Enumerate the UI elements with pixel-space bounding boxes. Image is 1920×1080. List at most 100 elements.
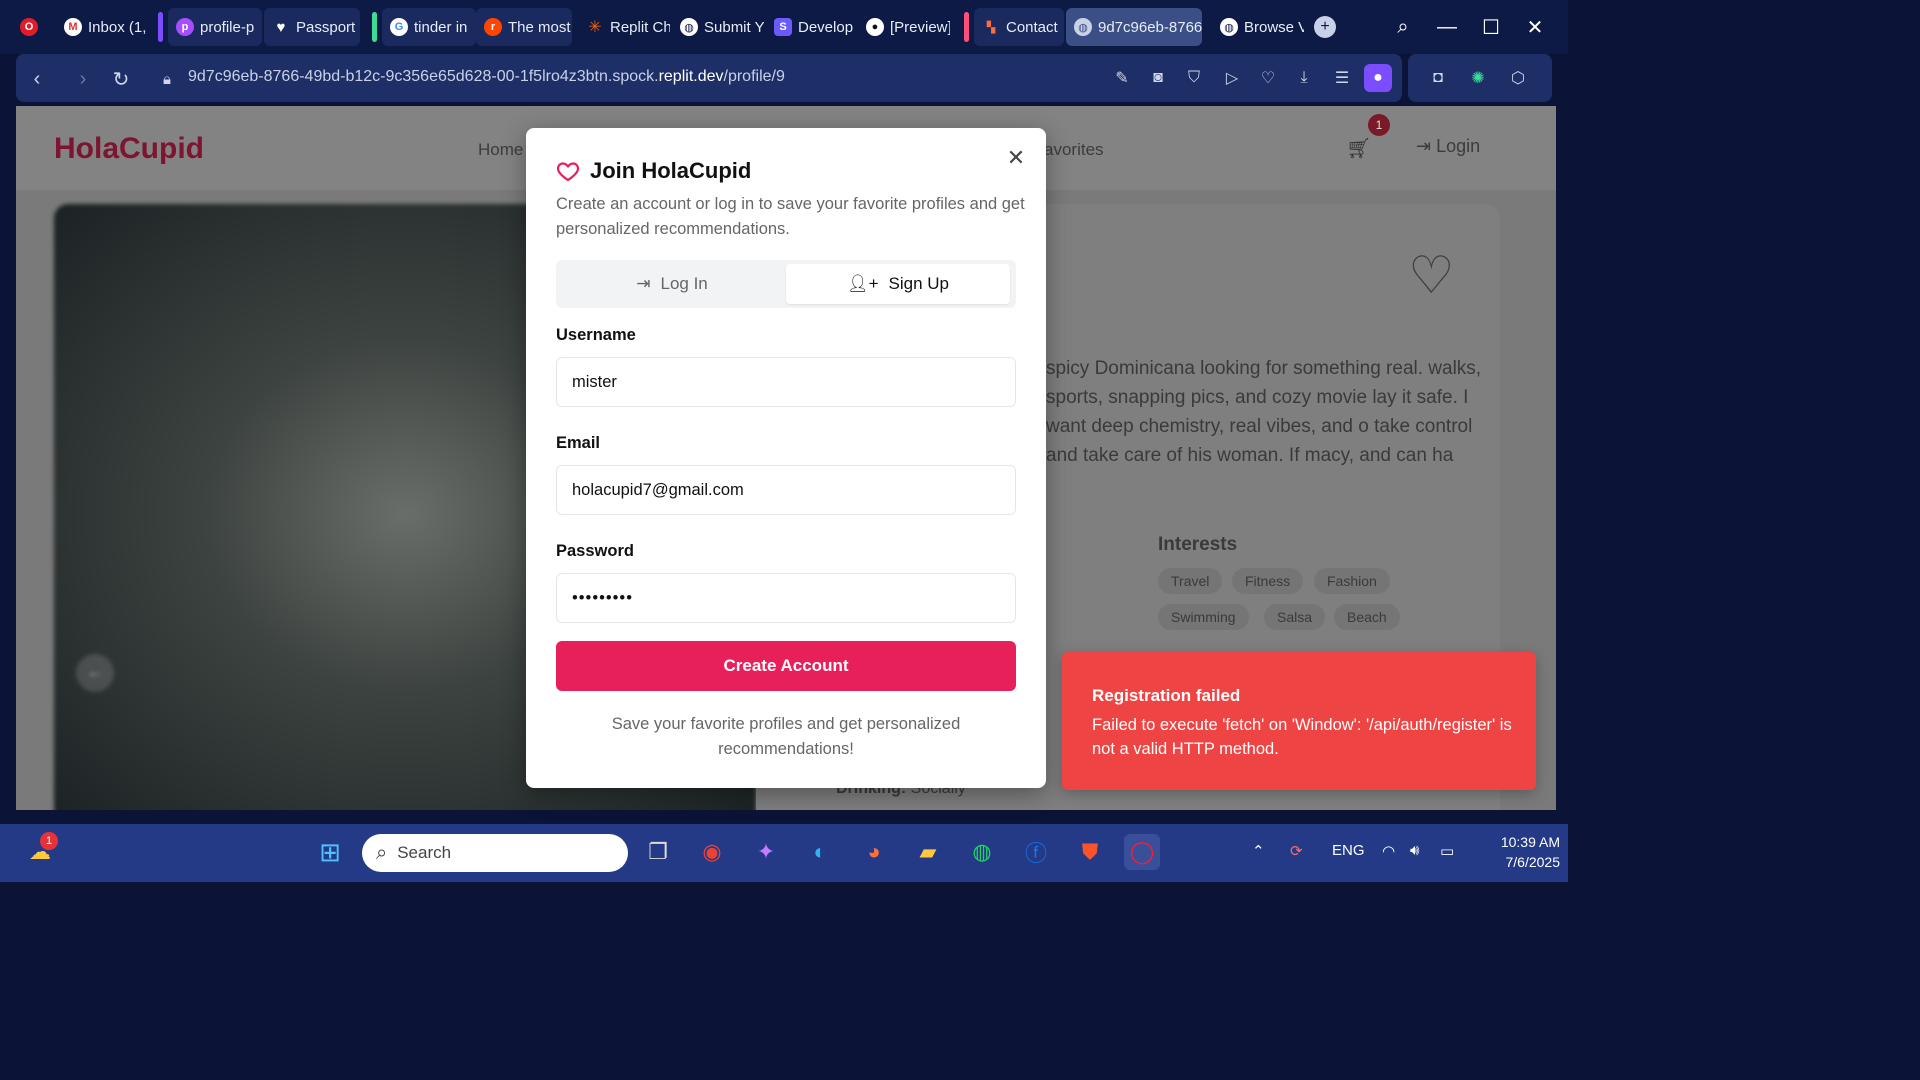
password-input[interactable]: ••••••••• [556,573,1016,623]
search-icon[interactable]: ⌕ [1386,10,1420,44]
tab-developer[interactable]: S Develop [766,8,858,46]
brave-icon[interactable]: ⛊ [1072,834,1108,870]
maximize-icon[interactable]: ☐ [1474,10,1508,44]
easy-setup-icon[interactable]: ☰ [1330,66,1354,90]
new-tab-plus-icon[interactable]: + [1308,10,1342,44]
toast-title: Registration failed [1092,686,1241,705]
prev-photo-icon[interactable]: ← [76,654,114,692]
tab-submit[interactable]: ◍ Submit Y [672,8,764,46]
tab-tinder[interactable]: G tinder in [382,8,476,46]
auth-tabs: ⇥ Log In 👤︎+ Sign Up [556,260,1016,308]
globe-icon: ◍ [1220,18,1238,36]
windows-start-icon[interactable]: ⊞ [312,834,348,870]
tab-contact[interactable]: ▚ Contact [974,8,1064,46]
github-icon: ● [866,18,884,36]
cart-icon[interactable]: 🛒︎ [1346,136,1371,161]
nav-home[interactable]: Home [478,140,523,160]
edit-page-icon[interactable]: ✎ [1110,66,1134,90]
back-icon[interactable]: ‹ [24,66,50,92]
facebook-icon[interactable]: ⓕ [1018,834,1054,870]
close-icon[interactable]: ✕ [1004,145,1028,170]
interest-chip: Beach [1334,604,1400,630]
interest-chip: Travel [1158,568,1223,594]
spotify-icon[interactable]: ◍ [964,834,1000,870]
edge-icon[interactable]: ◐ [802,834,838,870]
taskbar-search[interactable]: ⌕ Search [362,834,628,872]
site-logo[interactable]: HolaCupid [54,132,204,166]
opera-menu-icon[interactable]: O [20,8,50,46]
tab-passport[interactable]: ♥ Passport [264,8,360,46]
copilot-icon[interactable]: ✦ [748,834,784,870]
search-icon: ⌕ [376,841,388,864]
volume-icon[interactable]: 🔊︎ [1410,842,1419,859]
app-icon: p [176,18,194,36]
download-icon[interactable]: ⤓ [1292,66,1316,90]
profile-icon[interactable]: ● [1364,64,1392,92]
cart-badge: 1 [1368,114,1390,136]
dialog-title: Join HolaCupid [556,158,751,184]
header-login-link[interactable]: ⇥ Login [1416,136,1480,157]
email-input[interactable]: holacupid7@gmail.com [556,465,1016,515]
error-toast[interactable]: Registration failed Failed to execute 'f… [1062,652,1536,790]
reload-icon[interactable]: ↻ [108,66,134,92]
system-clock[interactable]: 10:39 AM 7/6/2025 [1470,832,1560,872]
favorite-heart-icon[interactable]: ♡ [1256,66,1280,90]
chatgpt-icon[interactable]: ✺ [1466,66,1490,90]
favorite-heart-icon[interactable]: ♡ [1408,246,1455,306]
close-window-icon[interactable]: ✕ [1518,10,1552,44]
battery-icon[interactable]: ▭ [1440,842,1454,860]
interest-chip: Fitness [1232,568,1304,594]
login-icon: ⇥ [636,274,651,293]
create-account-button[interactable]: Create Account [556,641,1016,691]
tab-profile[interactable]: p profile-p [168,8,262,46]
tab-browse[interactable]: ◍ Browse V [1212,8,1304,46]
heart-icon: ♥ [276,18,286,36]
cube-icon[interactable]: ⬡ [1506,66,1530,90]
shield-icon[interactable]: ⛉ [1182,66,1206,90]
minimize-icon[interactable]: — [1430,10,1464,44]
address-bar: ‹ › ↻ 🔒︎ 9d7c96eb-8766-49bd-b12c-9c356e6… [16,54,1402,102]
s-icon: S [774,18,792,36]
weather-badge: 1 [40,832,58,850]
password-label: Password [556,542,634,560]
tab-replit[interactable]: ✳ Replit Ch [578,8,670,46]
send-icon[interactable]: ▷ [1220,66,1244,90]
task-view-icon[interactable]: ❐ [640,834,676,870]
tab-group-marker [158,12,163,42]
tab-group-marker [964,12,969,42]
tab-log-in[interactable]: ⇥ Log In [560,264,784,304]
tab-the-most[interactable]: r The most [476,8,572,46]
tray-chevron-icon[interactable]: ⌃ [1252,842,1265,860]
snapshot-icon[interactable]: ◙ [1146,66,1170,90]
forward-icon[interactable]: › [70,66,96,92]
tab-active-profile[interactable]: ◍ 9d7c96eb-8766 [1066,8,1202,46]
interest-chip: Swimming [1158,604,1249,630]
language-indicator[interactable]: ENG [1332,842,1365,859]
username-label: Username [556,326,636,344]
firefox-icon[interactable]: ◕ [856,834,892,870]
replit-icon: ✳ [588,19,602,36]
chrome-icon[interactable]: ◉ [694,834,730,870]
globe-icon: ◍ [680,18,698,36]
file-explorer-icon[interactable]: ▰ [910,834,946,870]
heart-icon [556,162,580,182]
tab-inbox[interactable]: M Inbox (1, [56,8,148,46]
nav-favorites[interactable]: avorites [1044,140,1104,160]
sync-icon[interactable]: ⟳ [1290,842,1303,860]
profile-bio: spicy Dominicana looking for something r… [1046,358,1482,466]
username-input[interactable]: mister [556,357,1016,407]
wifi-icon[interactable]: ◠ [1382,842,1395,860]
opera-icon[interactable]: ◯ [1124,834,1160,870]
join-dialog: ✕ Join HolaCupid Create an account or lo… [526,128,1046,788]
tab-preview[interactable]: ● [Preview] [858,8,950,46]
camera-icon[interactable]: ◘ [1426,66,1450,90]
lock-icon[interactable]: 🔒︎ [154,66,180,92]
globe-icon: ◍ [1074,18,1092,36]
url-field[interactable]: 9d7c96eb-8766-49bd-b12c-9c356e65d628-00-… [188,68,785,86]
browser-tab-bar: O M Inbox (1, p profile-p ♥ Passport G t… [0,0,1568,54]
sidebar-tools: ◘ ✺ ⬡ [1408,54,1552,102]
tab-sign-up[interactable]: 👤︎+ Sign Up [786,264,1010,304]
interests-heading: Interests [1158,534,1238,555]
taskbar: ☁ 1 ⊞ ⌕ Search ❐ ◉ ✦ ◐ ◕ ▰ ◍ ⓕ ⛊ ◯ ⌃ ⟳ E… [0,824,1568,882]
user-plus-icon: 👤︎+ [847,274,879,293]
